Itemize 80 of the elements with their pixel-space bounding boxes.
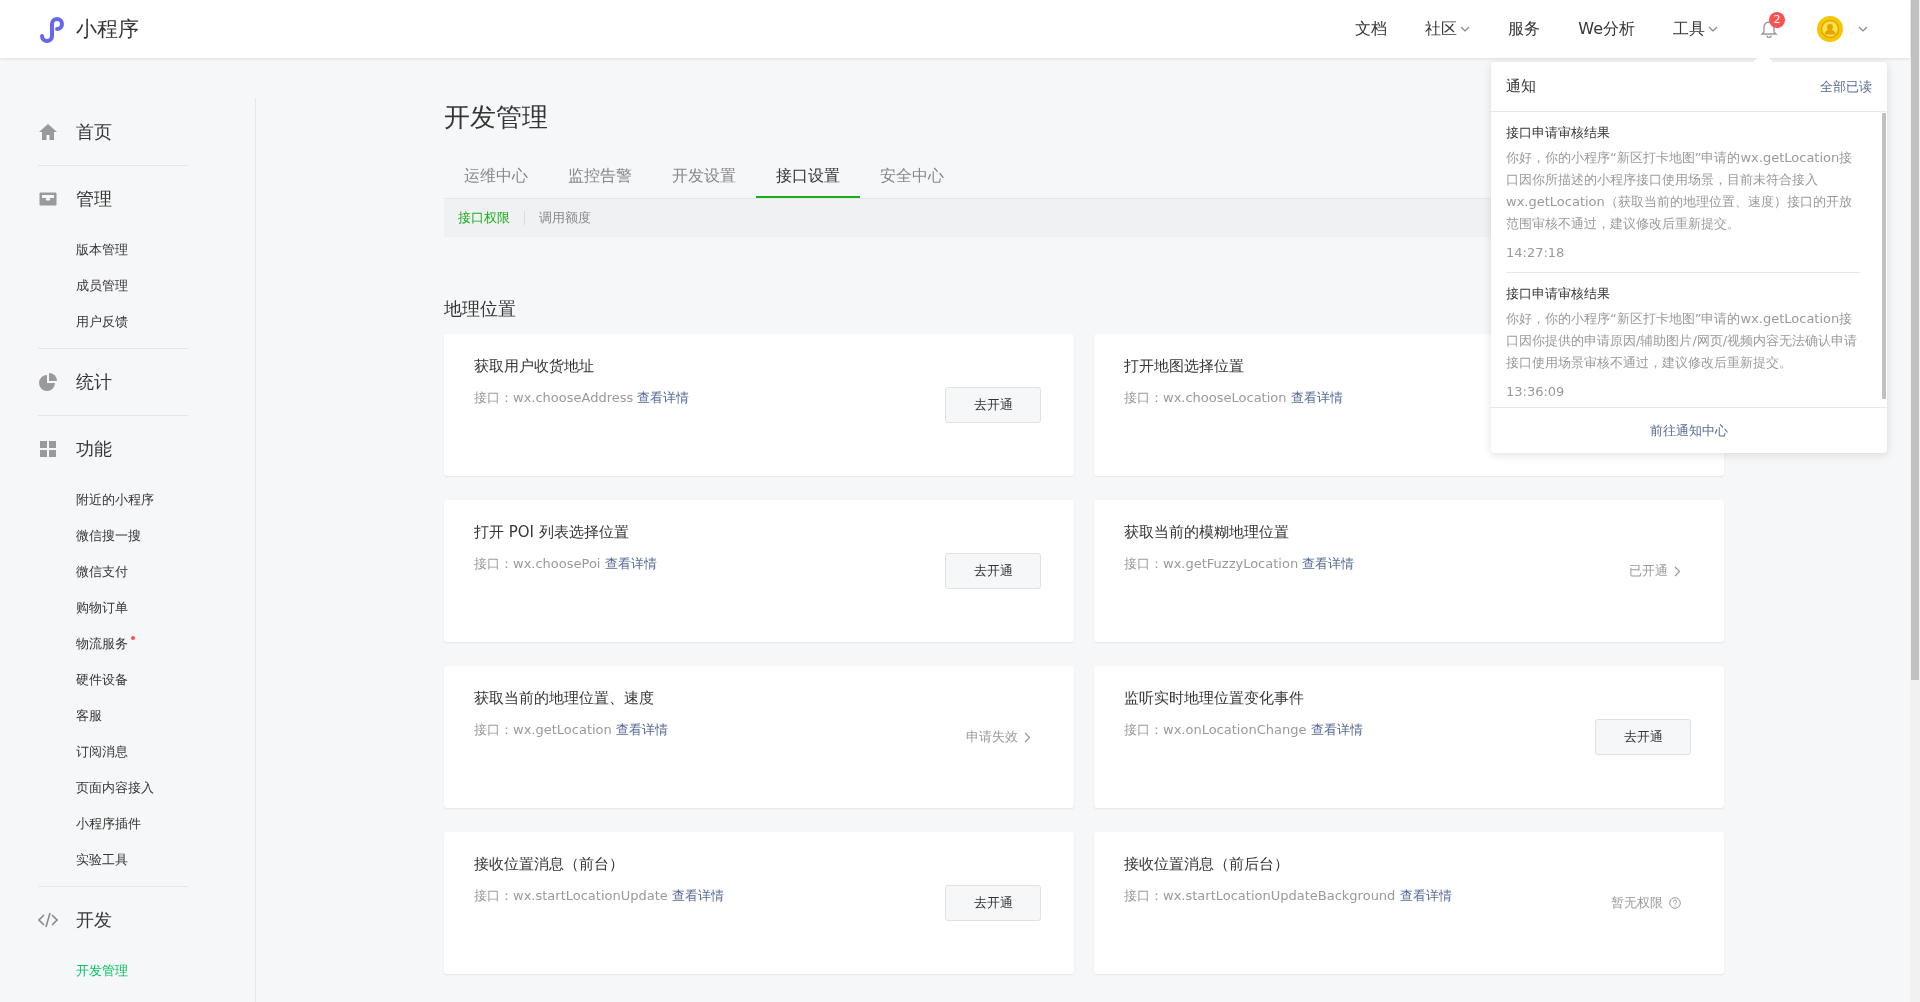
chevron-icon xyxy=(1024,731,1031,743)
sidebar-item[interactable]: 客服 xyxy=(38,698,102,734)
sidebar-group[interactable]: 统计 xyxy=(0,349,188,415)
sidebar-item[interactable]: 页面内容接入 xyxy=(38,770,154,806)
sidebar-item[interactable]: 小程序插件 xyxy=(38,806,141,842)
notification-time: 14:27:18 xyxy=(1506,244,1565,262)
api-title: 获取当前的模糊地理位置 xyxy=(1124,522,1289,543)
nav-link[interactable]: 文档 xyxy=(1355,18,1388,40)
grid-icon xyxy=(38,439,58,459)
caret-icon xyxy=(1708,26,1718,32)
api-title: 接收位置消息（前台） xyxy=(474,854,624,875)
inbox-icon xyxy=(38,189,58,209)
mark-all-read-link[interactable]: 全部已读 xyxy=(1820,77,1872,96)
sidebar-item[interactable]: 成员管理 xyxy=(38,268,128,304)
sidebar-item[interactable]: 订阅消息 xyxy=(38,734,128,770)
sidebar-item[interactable]: 微信支付 xyxy=(38,554,128,590)
code-icon xyxy=(38,910,58,930)
details-link[interactable]: 查看详情 xyxy=(1310,722,1363,737)
api-name: 接口：wx.startLocationUpdate 查看详情 xyxy=(474,887,724,905)
notification-text: 你好，你的小程序“新区打卡地图”申请的wx.getLocation接口因你提供的申请原因/辅助图片/网页/视频内容无法确认申请接口使用场景审核不通过，建议修改后重新提交。 xyxy=(1506,310,1859,372)
sidebar-group[interactable]: 功能 xyxy=(0,416,188,482)
popover-title: 通知 xyxy=(1506,77,1536,96)
sidebar-group[interactable]: 开发 xyxy=(0,887,188,953)
notification-text: 你好，你的小程序“新区打卡地图”申请的wx.getLocation接口因你所描述的小程序接口使用场景，目前未符合接入wx.getLocation（获取当前的地理位置、速度）接口的开放范围审核不通过，建议修改后重新提交。 xyxy=(1506,149,1854,233)
activate-button[interactable]: 去开通 xyxy=(1595,719,1691,755)
details-link[interactable]: 查看详情 xyxy=(1302,556,1355,571)
sidebar-item[interactable]: 购物订单 xyxy=(38,590,128,626)
caret-icon xyxy=(1858,26,1868,32)
page-title: 开发管理 xyxy=(444,101,548,134)
details-link[interactable]: 查看详情 xyxy=(1399,888,1452,903)
api-name: 接口：wx.getLocation 查看详情 xyxy=(474,721,668,739)
api-name: 接口：wx.chooseLocation 查看详情 xyxy=(1124,389,1343,407)
sidebar-item[interactable]: 微信搜一搜 xyxy=(38,518,141,554)
api-title: 打开地图选择位置 xyxy=(1124,356,1244,377)
api-name: 接口：wx.getFuzzyLocation 查看详情 xyxy=(1124,555,1355,573)
scrollbar[interactable] xyxy=(1882,113,1886,399)
sidebar-item[interactable]: 用户反馈 xyxy=(38,304,128,340)
notification-center-link[interactable]: 前往通知中心 xyxy=(1650,421,1728,440)
app-name: 小程序 xyxy=(76,16,139,43)
details-link[interactable]: 查看详情 xyxy=(671,888,724,903)
api-name: 接口：wx.choosePoi 查看详情 xyxy=(474,555,657,573)
sidebar-group[interactable]: 首页 xyxy=(0,99,188,165)
status-label: 暂无权限 xyxy=(1611,894,1681,912)
nav-link[interactable]: 社区 xyxy=(1425,18,1471,40)
details-link[interactable]: 查看详情 xyxy=(604,556,657,571)
chevron-icon xyxy=(1674,565,1681,577)
sidebar-item[interactable]: 物流服务 xyxy=(38,626,135,662)
notification-time: 13:36:09 xyxy=(1506,383,1565,401)
sidebar-item[interactable]: 硬件设备 xyxy=(38,662,128,698)
api-title: 获取用户收货地址 xyxy=(474,356,594,377)
api-name: 接口：wx.chooseAddress 查看详情 xyxy=(474,389,690,407)
section-title: 地理位置 xyxy=(444,297,516,321)
activate-button[interactable]: 去开通 xyxy=(945,885,1041,921)
activate-button[interactable]: 去开通 xyxy=(945,553,1041,589)
nav-link[interactable]: 服务 xyxy=(1508,18,1541,40)
notification-title: 接口申请审核结果 xyxy=(1506,285,1610,303)
details-link[interactable]: 查看详情 xyxy=(615,722,668,737)
details-link[interactable]: 查看详情 xyxy=(637,390,690,405)
sidebar-item[interactable]: 附近的小程序 xyxy=(38,482,154,518)
activate-button[interactable]: 去开通 xyxy=(945,387,1041,423)
avatar-icon[interactable] xyxy=(1816,15,1844,43)
api-title: 打开 POI 列表选择位置 xyxy=(474,522,629,543)
api-title: 监听实时地理位置变化事件 xyxy=(1124,688,1304,709)
caret-icon xyxy=(1460,26,1471,32)
details-link[interactable]: 查看详情 xyxy=(1290,390,1343,405)
notification-badge: 2 xyxy=(1769,12,1785,28)
sidebar-group[interactable]: 管理 xyxy=(0,166,188,232)
help-icon[interactable] xyxy=(1669,897,1681,909)
api-name: 接口：wx.onLocationChange 查看详情 xyxy=(1124,721,1363,739)
nav-link[interactable]: 工具 xyxy=(1673,18,1718,40)
api-name: 接口：wx.startLocationUpdateBackground 查看详情 xyxy=(1124,887,1452,905)
api-title: 接收位置消息（前后台） xyxy=(1124,854,1289,875)
sidebar-item[interactable]: 实验工具 xyxy=(38,842,128,878)
api-title: 获取当前的地理位置、速度 xyxy=(474,688,654,709)
page-scrollbar[interactable] xyxy=(1910,0,1920,1002)
home-icon xyxy=(38,122,58,142)
nav-link[interactable]: We分析 xyxy=(1578,18,1635,40)
pie-chart-icon xyxy=(38,372,58,392)
notification-title: 接口申请审核结果 xyxy=(1506,124,1610,142)
sidebar-item[interactable]: 版本管理 xyxy=(38,232,128,268)
